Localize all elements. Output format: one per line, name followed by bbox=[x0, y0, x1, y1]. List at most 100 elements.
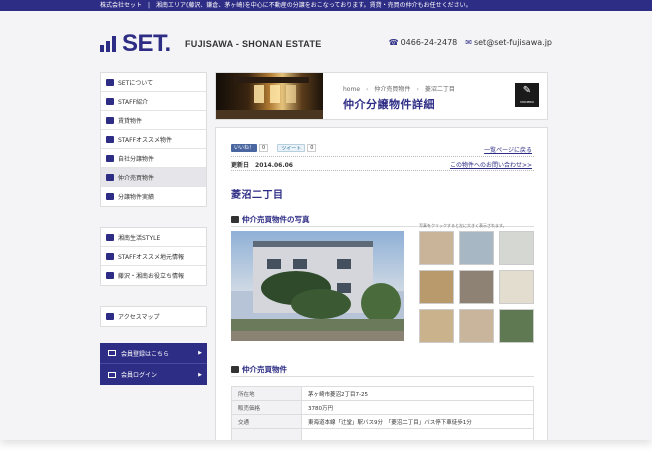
sidebar-item-results[interactable]: 分譲物件実績 bbox=[101, 187, 206, 206]
company-name: 株式会社セット bbox=[100, 2, 143, 9]
member-login-label: 会員ログイン bbox=[121, 372, 158, 379]
site-logo[interactable]: SET. bbox=[122, 30, 171, 58]
breadcrumb-current: 菱沼二丁目 bbox=[424, 86, 455, 93]
updated-label: 更新日 bbox=[231, 162, 250, 169]
spec-label bbox=[231, 428, 302, 440]
nav-icon bbox=[106, 252, 114, 260]
page-title: 仲介分譲物件詳細 bbox=[343, 98, 435, 111]
sidebar-item-local-info[interactable]: STAFFオススメ地元情報 bbox=[101, 247, 206, 266]
photos-heading-label: 仲介売買物件の写真 bbox=[242, 215, 310, 224]
thumb-caption: 写真をクリックすると左に大きく表示されます。 bbox=[419, 223, 507, 228]
sidebar-item-label: STAFFオススメ地元情報 bbox=[118, 253, 185, 261]
sidebar-item-label: 湘南生活STYLE bbox=[118, 234, 161, 242]
main-photo bbox=[231, 231, 404, 341]
nav-icon bbox=[106, 116, 114, 124]
sidebar-nav: SETについて STAFF紹介 賃貸物件 STAFFオススメ物件 自社分譲物件 … bbox=[100, 72, 207, 338]
register-icon bbox=[108, 350, 116, 356]
breadcrumb-brokerage[interactable]: 仲介売買物件 bbox=[374, 86, 410, 93]
site-tagline: FUJISAWA - SHONAN ESTATE bbox=[185, 39, 322, 49]
info-heading-label: 仲介売買物件 bbox=[242, 365, 287, 374]
sidebar-item-label: SETについて bbox=[118, 79, 154, 87]
member-register-button[interactable]: 会員登録はこちら ▶ bbox=[100, 343, 207, 364]
facebook-like-button[interactable]: いいね！ bbox=[231, 144, 258, 152]
logo-bars-icon bbox=[100, 36, 120, 52]
sidebar-item-label: STAFFオススメ物件 bbox=[118, 136, 173, 144]
breadcrumb-separator: › bbox=[416, 86, 419, 93]
nav-icon bbox=[106, 272, 114, 279]
back-to-list-link[interactable]: 一覧ページに戻る bbox=[484, 145, 532, 154]
site-header: SET. FUJISAWA - SHONAN ESTATE ☎ 0466-24-2… bbox=[100, 30, 552, 60]
photo-thumbnail[interactable] bbox=[459, 231, 494, 265]
table-row bbox=[231, 428, 534, 440]
phone-icon: ☎ bbox=[388, 38, 399, 47]
member-register-label: 会員登録はこちら bbox=[121, 350, 170, 358]
table-row: 所在地 茅ヶ崎市菱沼2丁目7-25 bbox=[231, 386, 534, 401]
sidebar-item-label: STAFF紹介 bbox=[118, 98, 149, 106]
nav-icon bbox=[106, 135, 114, 143]
tweet-count: 0 bbox=[307, 144, 317, 152]
nav-group-main: SETについて STAFF紹介 賃貸物件 STAFFオススメ物件 自社分譲物件 … bbox=[100, 72, 207, 207]
table-row: 販売価格 3780万円 bbox=[231, 400, 534, 415]
photo-thumbnail[interactable] bbox=[419, 270, 454, 304]
photo-thumbnail[interactable] bbox=[499, 270, 534, 304]
top-bar-message: 湘南エリア(藤沢、鎌倉、茅ヶ崎)を中心に不動産の分譲をおこなっております。賃貸・… bbox=[156, 2, 472, 9]
photo-thumbnail[interactable] bbox=[419, 231, 454, 265]
sidebar-item-staff-recommend[interactable]: STAFFオススメ物件 bbox=[101, 130, 206, 149]
nav-icon bbox=[106, 78, 114, 86]
breadcrumb-home[interactable]: home bbox=[343, 86, 360, 93]
photo-thumbnail[interactable] bbox=[499, 231, 534, 265]
breadcrumb-separator: › bbox=[366, 86, 369, 93]
header-contact: ☎ 0466-24-2478 ✉ set@set-fujisawa.jp bbox=[389, 38, 552, 47]
chevron-right-icon: ▶ bbox=[198, 371, 202, 378]
nav-group-life: 湘南生活STYLE STAFFオススメ地元情報 藤沢・湘南お役立ち情報 bbox=[100, 227, 207, 286]
thumbnail-grid bbox=[419, 231, 534, 343]
sidebar-item-about[interactable]: SETについて bbox=[101, 73, 206, 92]
page-hero: home › 仲介売買物件 › 菱沼二丁目 仲介分譲物件詳細 ✎ MODERN bbox=[215, 72, 548, 120]
social-buttons: いいね！ 0 ツイート 0 bbox=[231, 144, 325, 152]
member-login-button[interactable]: 会員ログイン ▶ bbox=[100, 364, 207, 385]
login-icon bbox=[108, 371, 116, 378]
tweet-button[interactable]: ツイート bbox=[277, 144, 306, 152]
photo-thumbnail[interactable] bbox=[459, 309, 494, 343]
sidebar-item-useful-info[interactable]: 藤沢・湘南お役立ち情報 bbox=[101, 266, 206, 285]
photo-thumbnail[interactable] bbox=[459, 270, 494, 304]
house-icon bbox=[231, 366, 239, 373]
camera-icon bbox=[231, 216, 239, 223]
nav-icon bbox=[106, 154, 114, 162]
top-bar-separator: | bbox=[148, 2, 151, 9]
sidebar-item-label: 賃貸物件 bbox=[118, 117, 143, 125]
updated-date: 更新日 2014.06.06 bbox=[231, 160, 293, 169]
sidebar-item-label: 分譲物件実績 bbox=[118, 194, 155, 201]
sidebar-item-rental[interactable]: 賃貸物件 bbox=[101, 111, 206, 130]
photo-thumbnail[interactable] bbox=[499, 309, 534, 343]
email-address[interactable]: set@set-fujisawa.jp bbox=[474, 38, 552, 47]
member-box: 会員登録はこちら ▶ 会員ログイン ▶ bbox=[100, 343, 207, 385]
divider bbox=[231, 156, 534, 157]
badge-label: MODERN bbox=[520, 100, 534, 104]
mail-icon: ✉ bbox=[465, 38, 472, 47]
sidebar-item-staff[interactable]: STAFF紹介 bbox=[101, 92, 206, 111]
info-heading: 仲介売買物件 bbox=[231, 364, 534, 375]
nav-icon bbox=[106, 233, 114, 241]
inquiry-link[interactable]: この物件へのお問い合わせ>> bbox=[450, 160, 532, 169]
spec-value: 茅ヶ崎市菱沼2丁目7-25 bbox=[301, 386, 534, 401]
page: 株式会社セット | 湘南エリア(藤沢、鎌倉、茅ヶ崎)を中心に不動産の分譲をおこなって… bbox=[0, 0, 652, 440]
chevron-right-icon: ▶ bbox=[198, 350, 202, 356]
sidebar-item-access-map[interactable]: アクセスマップ bbox=[101, 307, 206, 326]
heading-rule bbox=[231, 376, 534, 377]
sidebar-item-brokerage[interactable]: 仲介売買物件 bbox=[101, 168, 206, 187]
updated-value: 2014.06.06 bbox=[255, 162, 293, 169]
main-content: いいね！ 0 ツイート 0 一覧ページに戻る 更新日 2014.06.06 この物… bbox=[215, 127, 548, 440]
spec-label: 所在地 bbox=[231, 386, 302, 401]
sidebar-item-shonan-style[interactable]: 湘南生活STYLE bbox=[101, 228, 206, 247]
photo-thumbnail[interactable] bbox=[419, 309, 454, 343]
nav-icon bbox=[106, 97, 114, 105]
sidebar-item-own-sales[interactable]: 自社分譲物件 bbox=[101, 149, 206, 168]
spec-table: 所在地 茅ヶ崎市菱沼2丁目7-25 販売価格 3780万円 交通 東海道本線「辻堂」駅… bbox=[231, 386, 534, 440]
property-title: 菱沼二丁目 bbox=[231, 190, 284, 201]
nav-icon bbox=[106, 193, 114, 200]
spec-value bbox=[301, 428, 534, 440]
sidebar-item-label: アクセスマップ bbox=[118, 314, 160, 321]
nav-icon bbox=[106, 173, 114, 181]
edit-icon: ✎ bbox=[522, 85, 532, 96]
